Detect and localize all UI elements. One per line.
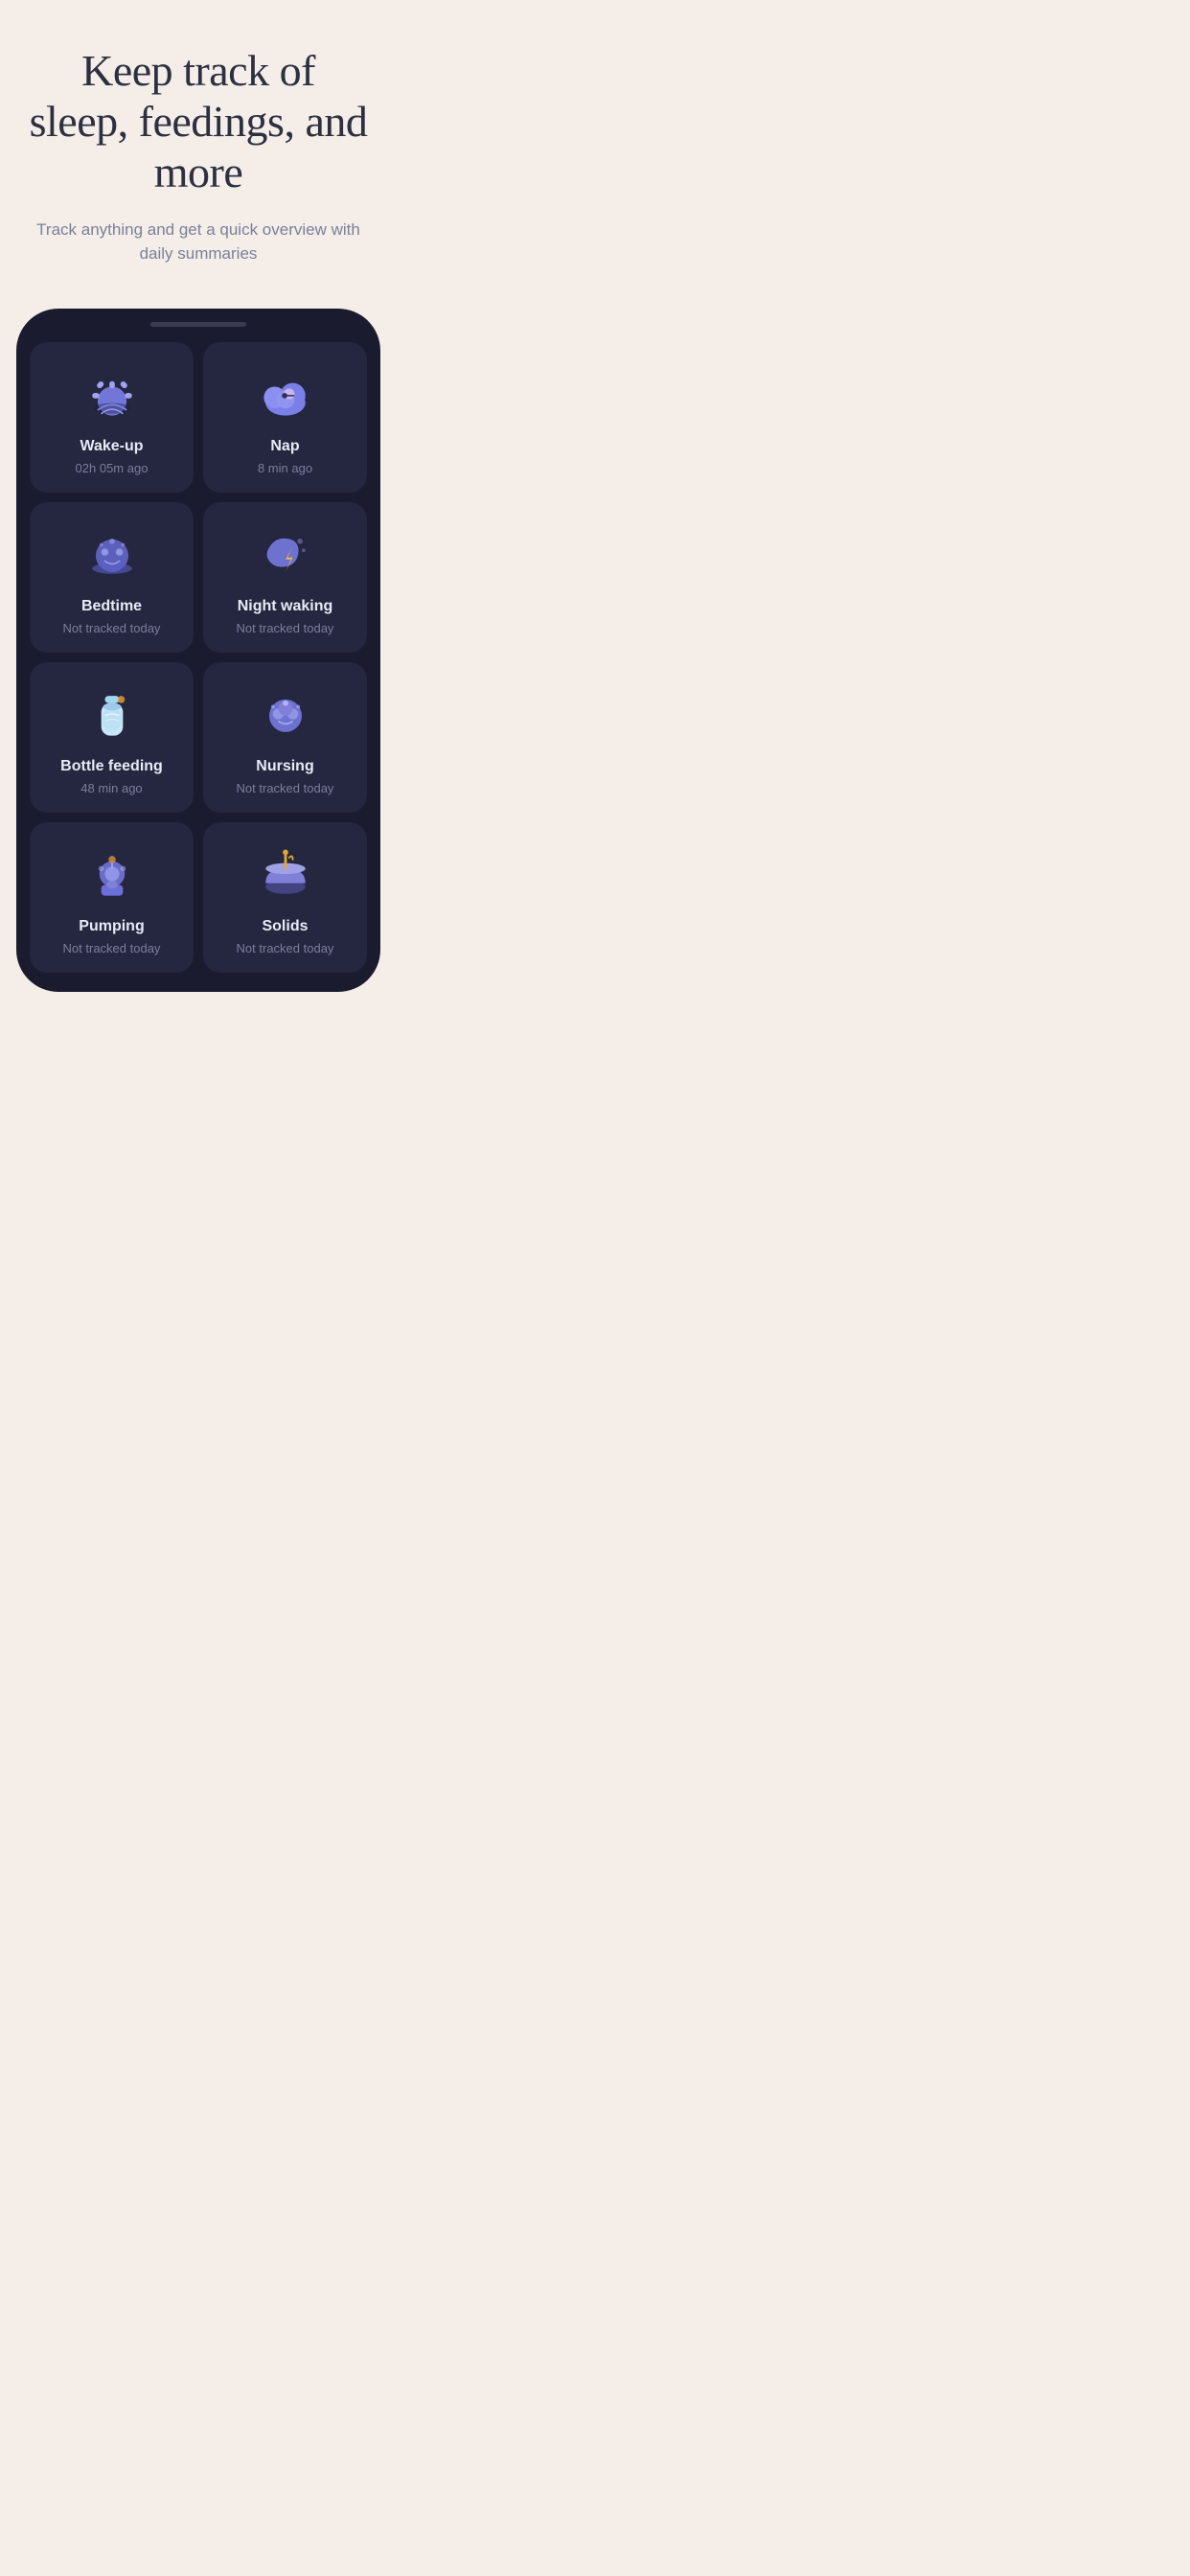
tracking-grid: Wake-up 02h 05m ago Nap 8 min ago Bedtime N… <box>28 342 369 973</box>
pumping-icon <box>80 841 145 907</box>
nursing-title: Nursing <box>256 758 313 775</box>
header: Keep track of sleep, feedings, and more … <box>0 0 397 286</box>
wake-up-title: Wake-up <box>80 438 143 455</box>
night-waking-title: Night waking <box>238 598 333 615</box>
bedtime-icon <box>80 521 145 586</box>
pumping-title: Pumping <box>79 918 144 935</box>
header-title: Keep track of sleep, feedings, and more <box>29 46 368 198</box>
card-solids[interactable]: Solids Not tracked today <box>203 822 367 973</box>
wake-up-icon <box>80 361 145 426</box>
night-waking-subtitle: Not tracked today <box>237 621 334 635</box>
card-bedtime[interactable]: Bedtime Not tracked today <box>30 502 194 653</box>
bottle-feeding-icon <box>80 681 145 747</box>
solids-title: Solids <box>262 918 308 935</box>
nursing-icon <box>253 681 318 747</box>
wake-up-subtitle: 02h 05m ago <box>76 461 149 475</box>
nap-title: Nap <box>270 438 299 455</box>
solids-icon <box>253 841 318 907</box>
night-waking-icon <box>253 521 318 586</box>
pumping-subtitle: Not tracked today <box>63 941 161 955</box>
phone-mockup: Wake-up 02h 05m ago Nap 8 min ago Bedtime N… <box>16 309 380 992</box>
bedtime-subtitle: Not tracked today <box>63 621 161 635</box>
header-subtitle: Track anything and get a quick overview … <box>29 218 368 266</box>
bottle-feeding-subtitle: 48 min ago <box>80 781 142 795</box>
card-wake-up[interactable]: Wake-up 02h 05m ago <box>30 342 194 493</box>
card-pumping[interactable]: Pumping Not tracked today <box>30 822 194 973</box>
card-nap[interactable]: Nap 8 min ago <box>203 342 367 493</box>
solids-subtitle: Not tracked today <box>237 941 334 955</box>
card-bottle-feeding[interactable]: Bottle feeding 48 min ago <box>30 662 194 813</box>
nursing-subtitle: Not tracked today <box>237 781 334 795</box>
card-night-waking[interactable]: Night waking Not tracked today <box>203 502 367 653</box>
nap-subtitle: 8 min ago <box>258 461 312 475</box>
nap-icon <box>253 361 318 426</box>
bedtime-title: Bedtime <box>81 598 142 615</box>
bottle-feeding-title: Bottle feeding <box>60 758 163 775</box>
phone-notch <box>150 322 246 327</box>
card-nursing[interactable]: Nursing Not tracked today <box>203 662 367 813</box>
